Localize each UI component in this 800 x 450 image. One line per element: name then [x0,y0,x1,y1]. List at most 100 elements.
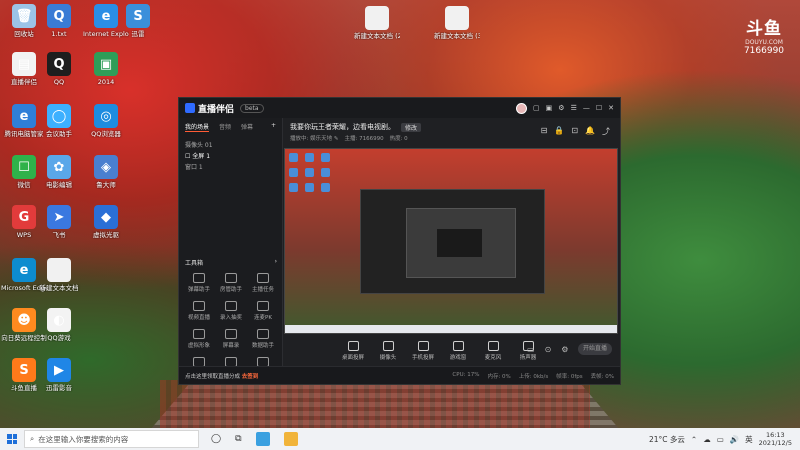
tool-item[interactable]: 数据助手 [247,329,279,349]
volume-icon[interactable]: 🔊 [730,435,739,444]
desktop-icon-label: 迅雷影音 [46,384,72,392]
windows-taskbar: ⌕ 在这里输入你要搜索的内容 ◯ ⧉ 21°C 多云 ⌃ ☁ ▭ 🔊 英 16:… [0,428,800,450]
desktop-icon[interactable]: ▶ 迅雷影音 [36,358,82,392]
tab-danmaku[interactable]: 弹幕 [241,122,253,132]
share-icon[interactable]: ⤴ [602,126,610,137]
control-label: 摄像头 [379,355,397,361]
desktop-icon[interactable]: ◯ 会议助手 [36,104,82,138]
stat-cpu: CPU: 17% [452,371,480,378]
bell-icon[interactable]: 🔔 [585,126,595,137]
app-icon: ◯ [47,104,71,128]
app-icon: ☐ [12,155,36,179]
desktop-icon[interactable]: 新建文本文档 [36,258,82,292]
tool-item[interactable]: 录入抽奖 [215,301,247,321]
room-category[interactable]: 播放中: 娱乐天地 ✎ [290,134,338,142]
lock-icon[interactable]: 🔒 [554,126,564,137]
source-controls: 桌面投屏 摄像头 手机投屏 游戏窗 麦克风 扬声器 [342,341,539,361]
desktop-icon-label: 2014 [97,78,115,86]
desktop-icon-label: 会议助手 [46,130,72,138]
app-icon: ▣ [94,52,118,76]
desktop-file-1[interactable]: 新建文本文档 (2) [354,6,400,40]
microphone-icon [487,341,499,351]
tool-item[interactable]: 主播任务 [247,273,279,293]
desktop-icon[interactable]: ◈ 鲁大师 [83,155,129,189]
desktop-icon[interactable]: Q 1.txt [36,4,82,38]
desktop-icon[interactable]: ◐ QQ游戏 [36,308,82,342]
main-toolbar: ⊟ 🔒 ⊡ 🔔 ⤴ [541,126,610,137]
tool-item[interactable]: 屏幕录 [215,329,247,349]
source-list: 摄像头 01 ☐ 全屏 1 窗口 1 [179,136,282,177]
window-pin-icon[interactable]: ▣ [546,104,553,112]
main-panel: 我要你玩王者荣耀，边看电视剧。 修改 播放中: 娱乐天地 ✎ 主播: 71669… [284,118,620,366]
taskbar-search[interactable]: ⌕ 在这里输入你要搜索的内容 [24,430,199,448]
toolbox-more-icon[interactable]: › [275,258,277,267]
screen-icon[interactable]: ⊡ [571,126,578,137]
tool-icon [193,329,205,339]
input-method-icon[interactable]: 英 [745,434,753,445]
window-mode-icon[interactable]: ▢ [533,104,540,112]
stream-preview[interactable] [284,148,618,334]
minimize-button[interactable]: — [583,104,590,112]
layout-icon[interactable]: ⊟ [541,126,548,137]
desktop-file-2[interactable]: 新建文本文档 (3) [434,6,480,40]
start-live-button[interactable]: 开始直播 [578,343,612,355]
battery-icon[interactable]: ▭ [717,435,724,444]
settings-icon[interactable]: ⚙ [558,104,564,112]
desktop-icon[interactable]: ◆ 虚拟光驱 [83,205,129,239]
desktop-icon-label: 虚拟光驱 [93,231,119,239]
gear-icon[interactable]: ⚙ [561,345,568,354]
menu-icon[interactable]: ☰ [571,104,577,112]
maximize-button[interactable]: ☐ [596,104,602,112]
app-icon: e [12,104,36,128]
add-source-button[interactable]: + [271,122,276,132]
tool-item[interactable]: 视频直播 [183,301,215,321]
camera-button[interactable]: 摄像头 [377,341,399,361]
tray-expand-icon[interactable]: ⌃ [691,435,697,444]
phone-icon [417,341,429,351]
desktop-icon[interactable]: S 迅雷 [115,4,161,38]
phone-cast-button[interactable]: 手机投屏 [412,341,434,361]
tool-item[interactable]: 虚拟形象 [183,329,215,349]
tool-icon [225,273,237,283]
tab-audio[interactable]: 音频 [219,122,231,132]
weather-widget[interactable]: 21°C 多云 [649,434,685,445]
search-icon: ⌕ [30,434,35,443]
record-icon[interactable]: ▭ [527,345,535,354]
tool-item[interactable]: 弹幕助手 [183,273,215,293]
taskbar-app-explorer[interactable] [283,432,298,446]
tab-scenes[interactable]: 我的场景 [185,122,210,132]
tool-item[interactable]: 房管助手 [215,273,247,293]
cortana-icon[interactable]: ◯ [211,434,221,444]
status-ad[interactable]: 点击这里领取直播分成 去签到 [185,372,258,380]
taskbar-clock[interactable]: 16:13 2021/12/5 [759,431,792,447]
desktop-capture-button[interactable]: 桌面投屏 [342,341,364,361]
desktop-icon-label: QQ游戏 [47,334,71,342]
taskbar-app-streaming[interactable] [255,432,270,446]
source-item[interactable]: ☐ 全屏 1 [185,151,276,162]
version-badge: beta [240,103,264,113]
stream-icon[interactable]: ⊙ [545,345,552,354]
task-view-icon[interactable]: ⧉ [235,434,241,444]
close-button[interactable]: ✕ [608,104,614,112]
tool-item[interactable]: 连麦PK [247,301,279,321]
desktop-icon[interactable]: ◎ QQ浏览器 [83,104,129,138]
microphone-button[interactable]: 麦克风 [482,341,504,361]
stat-fps: 帧率: 0fps [556,373,583,380]
source-item[interactable]: 摄像头 01 [185,140,276,151]
app-icon: ☻ [12,308,36,332]
desktop-icon[interactable]: ▣ 2014 [83,52,129,86]
control-label: 手机投屏 [412,355,435,361]
desktop-icon[interactable]: ✿ 电影编辑 [36,155,82,189]
toolbox-title: 工具箱 [185,260,204,267]
source-item[interactable]: 窗口 1 [185,162,276,173]
avatar[interactable] [516,102,528,114]
start-button[interactable] [0,428,24,450]
app-icon: S [126,4,150,28]
desktop-icon[interactable]: ➤ 飞书 [36,205,82,239]
game-window-button[interactable]: 游戏窗 [447,341,469,361]
toolbox-header: 工具箱 › [185,258,277,267]
control-label: 游戏窗 [449,355,467,361]
edit-title-button[interactable]: 修改 [401,122,422,132]
network-icon[interactable]: ☁ [703,435,711,444]
desktop-icon[interactable]: Q QQ [36,52,82,86]
